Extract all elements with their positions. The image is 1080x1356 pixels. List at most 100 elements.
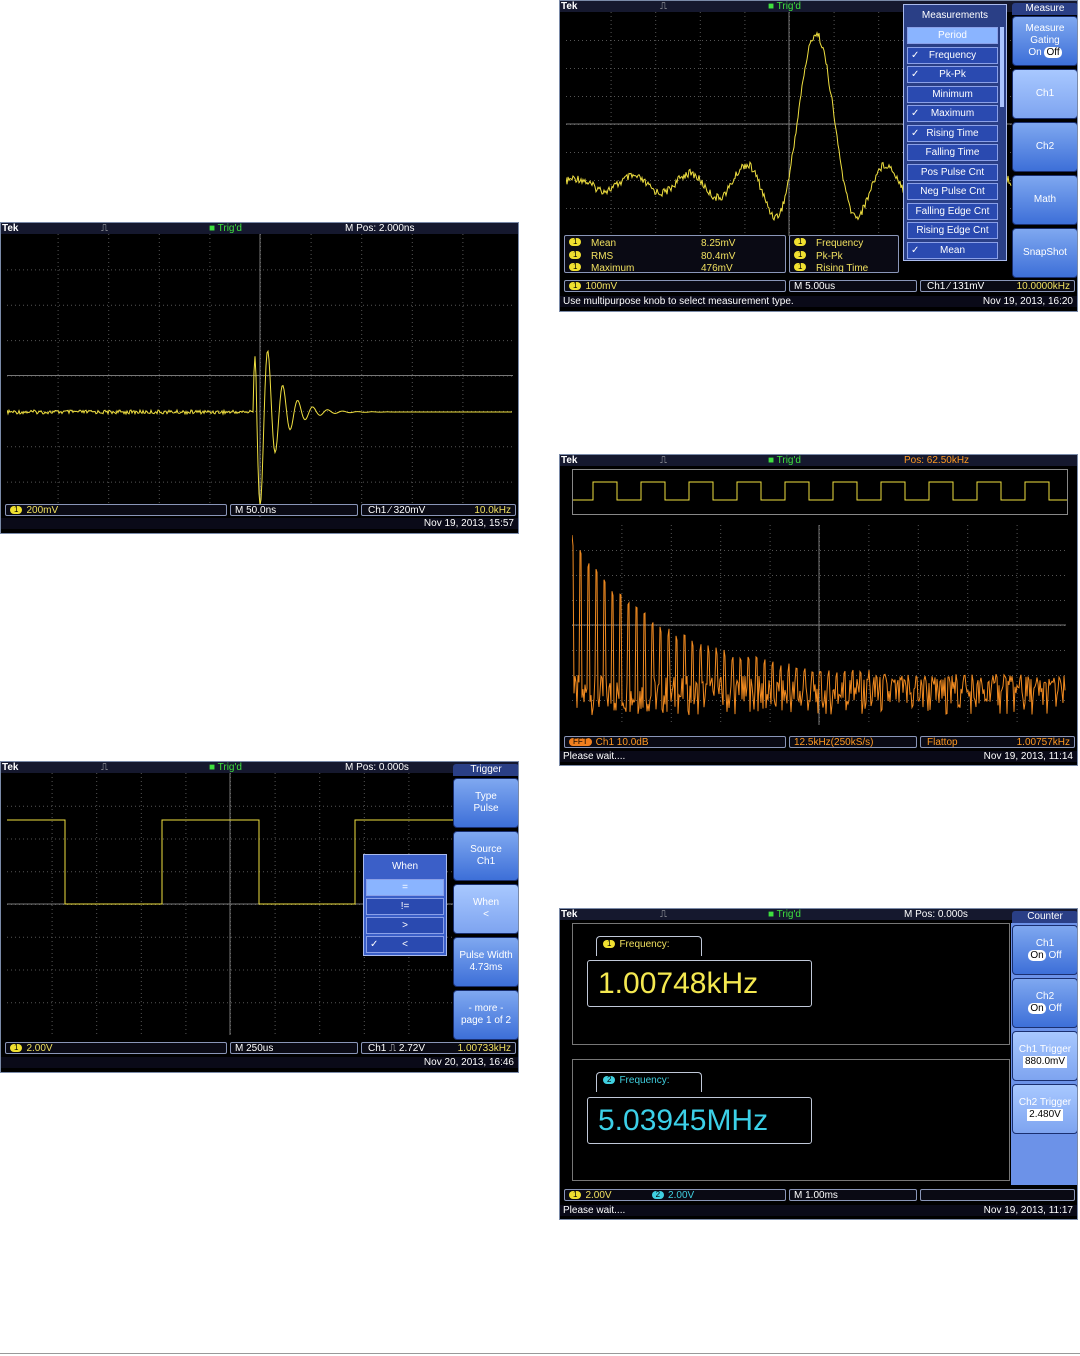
when-option[interactable]: != bbox=[366, 898, 444, 915]
date-time: Nov 19, 2013, 11:17 bbox=[983, 1205, 1073, 1216]
date-bar: Nov 20, 2013, 16:46 bbox=[1, 1057, 518, 1068]
trigger-menu-button-4[interactable]: - more - page 1 of 2 bbox=[453, 990, 518, 1040]
channel-scale-readout[interactable]: 1 2.00V 2 2.00V bbox=[564, 1189, 786, 1201]
horizontal-position: M Pos: 0.000s bbox=[904, 909, 968, 920]
trigger-menu-button-2[interactable]: When < bbox=[453, 884, 518, 934]
trigger-status: ■ Trig'd bbox=[768, 455, 801, 466]
trigger-status: ■ Trig'd bbox=[209, 762, 242, 773]
top-status-bar: Tek ⎍ ■ Trig'd M Pos: 0.000s bbox=[1, 762, 518, 773]
measurement-menu-item[interactable]: Neg Pulse Cnt bbox=[907, 183, 998, 200]
ch1-frequency-tag: 1 Frequency: bbox=[596, 936, 702, 956]
trigger-status: ■ Trig'd bbox=[768, 1, 801, 12]
acquisition-run-icon: ⎍ bbox=[660, 455, 667, 466]
measurement-row: 1 Mean 8.25mV bbox=[565, 238, 785, 250]
trigger-menu-button-3[interactable]: Pulse Width 4.73ms bbox=[453, 937, 518, 987]
trigger-menu-button-1[interactable]: Source Ch1 bbox=[453, 831, 518, 881]
measurement-row: 1Rising Time1.376us bbox=[790, 263, 898, 272]
measurement-menu-item[interactable]: Falling Edge Cnt bbox=[907, 202, 998, 220]
time-domain-view bbox=[572, 469, 1068, 515]
horizontal-position: M Pos: 2.000ns bbox=[345, 223, 415, 234]
trigger-readout[interactable]: Ch1 ⁄ 131mV 10.0000kHz bbox=[920, 280, 1075, 292]
date-time: Nov 19, 2013, 11:14 bbox=[983, 751, 1073, 762]
scope-screen-counter: Tek ⎍ ■ Trig'd M Pos: 0.000s 1 Frequency:… bbox=[559, 908, 1078, 1220]
page-footer-rule bbox=[0, 1353, 1080, 1354]
date-time: Nov 19, 2013, 15:57 bbox=[423, 518, 514, 529]
trigger-status: ■ Trig'd bbox=[768, 909, 801, 920]
measurement-row: 1 Frequency bbox=[790, 238, 898, 250]
scope-screen-fft: Tek ⎍ ■ Trig'd Pos: 62.50kHz FFT Ch1 10.0… bbox=[559, 454, 1078, 766]
status-message: Please wait.... bbox=[563, 1205, 626, 1216]
measurements-menu[interactable]: Measurements Period ✓ Frequency ✓ Pk-Pk Minim… bbox=[903, 4, 1007, 261]
measurements-menu-title: Measurements bbox=[921, 10, 989, 21]
measurement-menu-item[interactable]: ✓ Frequency bbox=[907, 46, 998, 64]
timebase-readout[interactable]: M 50.0ns bbox=[230, 504, 358, 516]
ch1-scale-readout[interactable]: 1 100mV bbox=[564, 280, 786, 292]
measure-gating-button[interactable]: Measure Gating On Off bbox=[1012, 16, 1077, 66]
measure-source-button-ch1[interactable]: Ch1 bbox=[1012, 69, 1077, 119]
trigger-status: ■ Trig'd bbox=[209, 223, 242, 234]
ch2-frequency-tag: 2 Frequency: bbox=[596, 1072, 702, 1092]
ch2-frequency-value: 5.03945MHz bbox=[587, 1097, 812, 1144]
tek-logo: Tek bbox=[561, 909, 578, 920]
measurement-menu-item[interactable]: Rising Edge Cnt bbox=[907, 222, 998, 239]
trigger-readout[interactable]: Ch1 ⎍ 2.72V 1.00733kHz bbox=[361, 1042, 516, 1054]
scope-screen-trigger: Tek ⎍ ■ Trig'd M Pos: 0.000s Trigger Typ… bbox=[0, 761, 519, 1073]
measurement-menu-item[interactable]: ✓ Pk-Pk bbox=[907, 66, 998, 83]
measurement-menu-item[interactable]: ✓ Mean bbox=[907, 241, 998, 259]
acquisition-run-icon: ⎍ bbox=[660, 1, 667, 12]
side-menu-title: Measure bbox=[1012, 3, 1077, 15]
status-bar: Use multipurpose knob to select measurem… bbox=[560, 296, 1077, 307]
timebase-readout[interactable]: M 5.00us bbox=[789, 280, 917, 292]
fft-span-readout[interactable]: 12.5kHz(250kS/s) bbox=[789, 736, 917, 748]
trigger-readout[interactable]: Ch1 ⁄ 320mV 10.0kHz bbox=[361, 504, 516, 516]
tek-logo: Tek bbox=[561, 455, 578, 466]
when-option[interactable]: ✓ < bbox=[366, 936, 444, 953]
menu-scrollbar[interactable] bbox=[1000, 27, 1004, 107]
ch1-scale-readout[interactable]: 1 200mV bbox=[5, 504, 227, 516]
status-message: Use multipurpose knob to select measurem… bbox=[563, 296, 794, 307]
date-time: Nov 20, 2013, 16:46 bbox=[423, 1057, 514, 1068]
measurement-readouts-right: 1Frequency1Pk-Pk1Rising Time1.376us bbox=[789, 235, 899, 273]
measurement-menu-item[interactable]: ✓ Rising Time bbox=[907, 124, 998, 142]
acquisition-run-icon: ⎍ bbox=[101, 762, 108, 773]
ch1-counter-toggle[interactable]: Ch1 On Off bbox=[1012, 925, 1077, 975]
when-option[interactable]: > bbox=[366, 917, 444, 934]
acquisition-run-icon: ⎍ bbox=[101, 223, 108, 234]
measurement-readouts-left: 1 Mean 8.25mV 1 RMS 80.4mV 1 Maximum 476mV bbox=[564, 235, 786, 273]
measurement-menu-item[interactable]: ✓ Maximum bbox=[907, 105, 998, 122]
ch1-scale-readout[interactable]: 1 2.00V bbox=[5, 1042, 227, 1054]
top-status-bar: Tek ⎍ ■ Trig'd M Pos: 2.000ns bbox=[1, 223, 518, 234]
when-popup[interactable]: When = != > ✓ < bbox=[363, 854, 447, 956]
tek-logo: Tek bbox=[2, 223, 19, 234]
measurement-menu-item[interactable]: Pos Pulse Cnt bbox=[907, 163, 998, 181]
measurement-menu-item[interactable]: Minimum bbox=[907, 85, 998, 103]
ch2-counter-toggle[interactable]: Ch2 On Off bbox=[1012, 978, 1077, 1028]
date-bar: Nov 19, 2013, 15:57 bbox=[1, 518, 518, 529]
measure-source-button-snapshot[interactable]: SnapShot bbox=[1012, 228, 1077, 278]
fft-position: Pos: 62.50kHz bbox=[904, 455, 970, 466]
trigger-menu-button-0[interactable]: Type Pulse bbox=[453, 778, 518, 828]
scope-screen-ringing: Tek ⎍ ■ Trig'd M Pos: 2.000ns 1 200mV M 5… bbox=[0, 222, 519, 534]
measurement-row: 1 RMS 80.4mV bbox=[565, 250, 785, 263]
top-status-bar: Tek ⎍ ■ Trig'd Pos: 62.50kHz bbox=[560, 455, 1077, 466]
timebase-readout[interactable]: M 1.00ms bbox=[789, 1189, 917, 1201]
measurement-menu-item[interactable]: Period bbox=[907, 27, 998, 44]
top-status-bar: Tek ⎍ ■ Trig'd M Pos: 0.000s bbox=[560, 909, 1077, 920]
fft-window-readout[interactable]: Flattop 1.00757kHz bbox=[920, 736, 1075, 748]
measure-source-button-ch2[interactable]: Ch2 bbox=[1012, 122, 1077, 172]
measure-source-button-math[interactable]: Math bbox=[1012, 175, 1077, 225]
scope-screen-measure: Tek ⎍ ■ Trig'd Measurements Period ✓ Frequ… bbox=[559, 0, 1078, 312]
tek-logo: Tek bbox=[561, 1, 578, 12]
fft-channel-readout[interactable]: FFT Ch1 10.0dB bbox=[564, 736, 786, 748]
ch2-trigger-level-button[interactable]: Ch2 Trigger 2.480V bbox=[1012, 1084, 1077, 1134]
ch1-trigger-level-button[interactable]: Ch1 Trigger 880.0mV bbox=[1012, 1031, 1077, 1081]
measurement-menu-item[interactable]: Falling Time bbox=[907, 144, 998, 161]
acquisition-run-icon: ⎍ bbox=[660, 909, 667, 920]
trigger-readout[interactable] bbox=[920, 1189, 1075, 1201]
measurement-row: 1 Pk-Pk bbox=[790, 250, 898, 263]
side-menu-title: Counter bbox=[1012, 911, 1077, 923]
timebase-readout[interactable]: M 250us bbox=[230, 1042, 358, 1054]
status-bar: Please wait.... Nov 19, 2013, 11:17 bbox=[560, 1205, 1077, 1216]
when-option[interactable]: = bbox=[366, 879, 444, 896]
ch1-frequency-value: 1.00748kHz bbox=[587, 960, 812, 1007]
